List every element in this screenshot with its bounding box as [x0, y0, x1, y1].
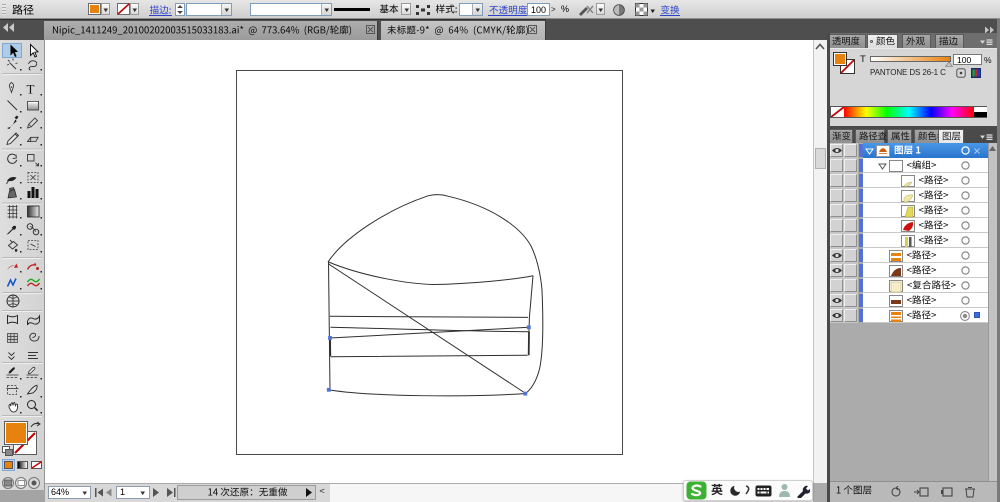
- svg-text:T: T: [27, 82, 35, 97]
